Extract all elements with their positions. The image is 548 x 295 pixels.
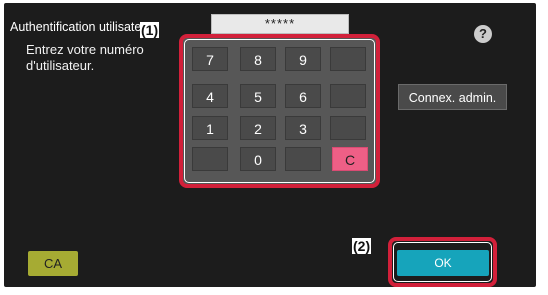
keypad-key-8[interactable]: 8 (240, 47, 276, 71)
keypad-key-7[interactable]: 7 (192, 47, 228, 71)
keypad-key-4[interactable]: 4 (192, 84, 228, 108)
keypad-key-0[interactable]: 0 (240, 147, 276, 171)
keypad-blank (330, 84, 366, 108)
keypad-blank (192, 147, 228, 171)
keypad-blank (285, 147, 321, 171)
keypad-key-6[interactable]: 6 (285, 84, 321, 108)
keypad-blank (330, 47, 366, 71)
keypad-key-2[interactable]: 2 (240, 116, 276, 140)
page-title: Authentification utilisateur (10, 20, 153, 34)
help-icon[interactable]: ? (474, 25, 492, 43)
clear-all-button[interactable]: CA (28, 251, 78, 276)
keypad-key-1[interactable]: 1 (192, 116, 228, 140)
keypad-clear-key[interactable]: C (332, 147, 368, 171)
user-number-field[interactable]: ***** (211, 14, 349, 34)
instruction-text: Entrez votre numéro d'utilisateur. (26, 42, 144, 73)
callout-label-2: (2) (352, 238, 372, 254)
callout-label-1: (1) (140, 22, 160, 38)
keypad-key-9[interactable]: 9 (285, 47, 321, 71)
ok-button[interactable]: OK (397, 250, 489, 276)
keypad-key-5[interactable]: 5 (240, 84, 276, 108)
keypad-key-3[interactable]: 3 (285, 116, 321, 140)
admin-login-button[interactable]: Connex. admin. (398, 84, 507, 110)
keypad-blank (330, 116, 366, 140)
